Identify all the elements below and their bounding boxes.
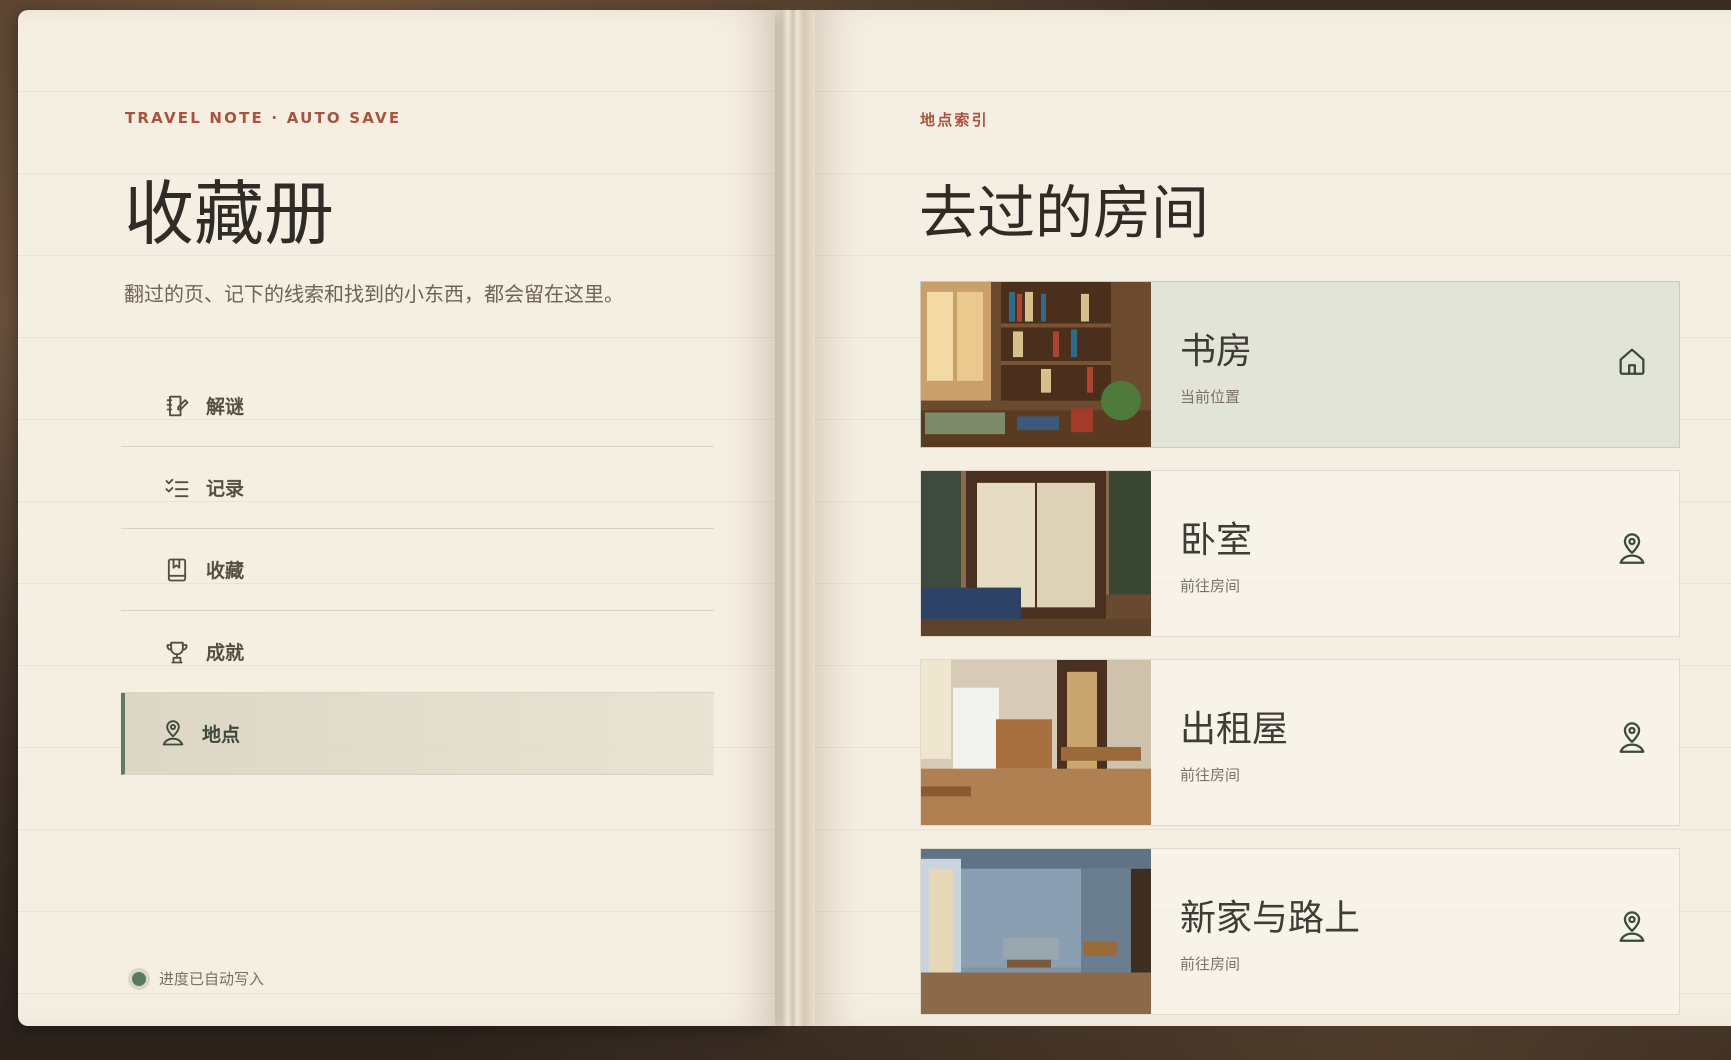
nav-item-records[interactable]: 记录 (121, 447, 714, 529)
autosave-text: 进度已自动写入 (159, 970, 265, 988)
nav-label: 记录 (206, 478, 245, 500)
nav-label: 地点 (202, 724, 241, 746)
nav-item-achievements[interactable]: 成就 (121, 611, 714, 693)
room-thumbnail (921, 849, 1151, 1014)
room-name: 卧室 (1180, 520, 1253, 561)
status-dot (132, 971, 146, 986)
section-title: 去过的房间 (919, 179, 1210, 247)
checklist-icon (163, 474, 191, 502)
intro-text: 翻过的页、记下的线索和找到的小东西，都会留在这里。 (124, 282, 624, 306)
room-thumbnail (921, 471, 1151, 636)
room-name: 书房 (1180, 331, 1253, 372)
left-eyebrow: TRAVEL NOTE · AUTO SAVE (125, 109, 402, 127)
notebook-pencil-icon (163, 392, 191, 420)
room-status: 当前位置 (1180, 388, 1241, 406)
room-card-rental[interactable]: 出租屋 前往房间 (920, 659, 1680, 826)
nav-label: 收藏 (206, 560, 245, 582)
left-page: TRAVEL NOTE · AUTO SAVE 收藏册 翻过的页、记下的线索和找… (18, 10, 775, 1026)
room-name: 新家与路上 (1180, 898, 1361, 939)
right-page: 地点索引 去过的房间 书房 当前位置 卧室 前往房间 出租屋 前往房间 新家与路… (815, 10, 1731, 1026)
nav-item-puzzle[interactable]: 解谜 (121, 365, 714, 447)
map-pin-user-icon (1615, 722, 1649, 756)
autosave-status: 进度已自动写入 (132, 968, 264, 989)
room-card-bedroom[interactable]: 卧室 前往房间 (920, 470, 1680, 637)
map-pin-user-icon (1615, 533, 1649, 567)
right-eyebrow: 地点索引 (920, 111, 989, 129)
room-card-new-home[interactable]: 新家与路上 前往房间 (920, 848, 1680, 1015)
map-pin-user-icon (159, 719, 187, 748)
page-title: 收藏册 (124, 173, 334, 255)
room-name: 出租屋 (1180, 709, 1289, 750)
side-nav: 解谜 记录 收藏 成就 地点 (121, 365, 714, 775)
book-spine (775, 10, 815, 1026)
trophy-icon (163, 638, 191, 666)
room-thumbnail (921, 282, 1151, 447)
room-list: 书房 当前位置 卧室 前往房间 出租屋 前往房间 新家与路上 前往房间 (920, 281, 1680, 1037)
nav-item-collection[interactable]: 收藏 (121, 529, 714, 611)
bookmark-book-icon (163, 556, 191, 584)
open-book: TRAVEL NOTE · AUTO SAVE 收藏册 翻过的页、记下的线索和找… (18, 10, 1731, 1026)
map-pin-user-icon (1615, 911, 1649, 945)
room-status: 前往房间 (1180, 766, 1241, 784)
nav-label: 成就 (206, 642, 245, 664)
room-thumbnail (921, 660, 1151, 825)
room-status: 前往房间 (1180, 577, 1241, 595)
room-status: 前往房间 (1180, 955, 1241, 973)
home-icon (1615, 344, 1649, 378)
nav-item-places[interactable]: 地点 (121, 693, 714, 775)
room-card-study[interactable]: 书房 当前位置 (920, 281, 1680, 448)
nav-label: 解谜 (206, 396, 245, 418)
